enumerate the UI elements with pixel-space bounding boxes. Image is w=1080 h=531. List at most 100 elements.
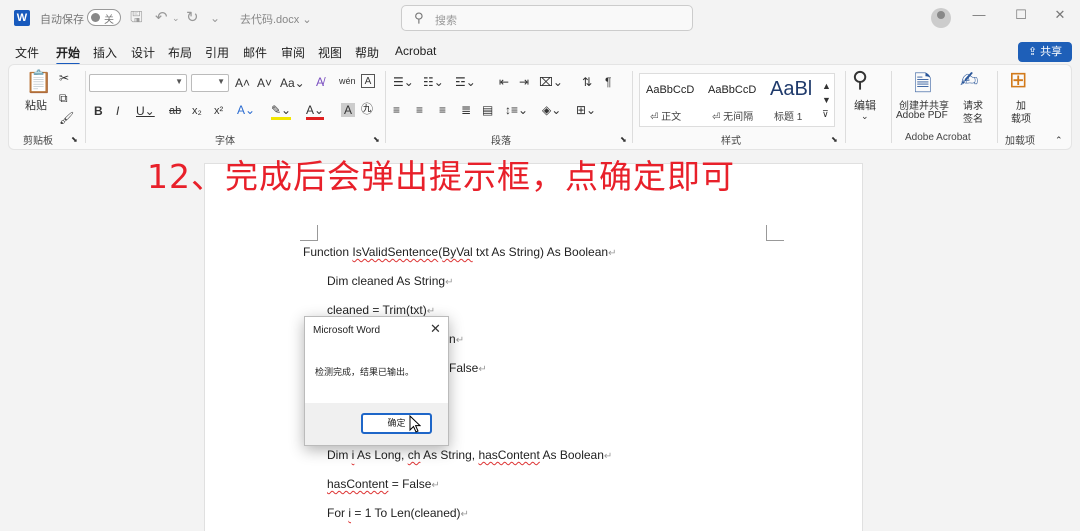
clear-formatting-icon[interactable]: A̸ <box>316 75 324 89</box>
highlight-icon[interactable]: ✎⌄ <box>271 103 292 120</box>
shading-icon[interactable]: ◈⌄ <box>542 103 561 117</box>
bullets-icon[interactable]: ☰⌄ <box>393 75 414 89</box>
font-launcher-icon[interactable]: ⬊ <box>373 133 380 147</box>
copy-icon[interactable]: ⧉ <box>59 91 68 105</box>
style-no-spacing[interactable]: AaBbCcD ⏎ 无间隔 <box>702 74 764 126</box>
undo-dropdown-icon[interactable]: ⌄ <box>172 9 180 27</box>
font-color-icon[interactable]: A⌄ <box>306 103 325 120</box>
tab-home[interactable]: 开始 <box>56 44 81 66</box>
align-right-icon[interactable]: ≡ <box>439 103 446 117</box>
styles-launcher-icon[interactable]: ⬊ <box>831 133 838 147</box>
search-icon[interactable]: ⚲ <box>852 67 868 93</box>
styles-more-icon[interactable]: ⊽ <box>822 107 829 121</box>
line-spacing-icon[interactable]: ↕≡⌄ <box>505 103 528 117</box>
grow-font-icon[interactable]: A˄ <box>235 76 250 90</box>
bold-icon[interactable]: B <box>94 104 103 118</box>
sort-icon[interactable]: ⇅ <box>582 75 592 89</box>
align-center-icon[interactable]: ≡ <box>416 103 423 117</box>
subscript-icon[interactable]: x₂ <box>192 104 202 118</box>
tab-review[interactable]: 审阅 <box>281 44 305 61</box>
style-name: ⏎ 无间隔 <box>712 112 754 123</box>
justify-icon[interactable]: ≣ <box>461 103 471 117</box>
search-icon: ⚲ <box>414 10 424 25</box>
undo-icon[interactable]: ↶ <box>155 9 168 27</box>
tab-mailings[interactable]: 邮件 <box>243 44 267 61</box>
separator <box>997 71 998 143</box>
title-bar: W 自动保存 关 🖫 ↶ ⌄ ↻ ⌄ 去代码.docx ⌄ ⚲ 搜索 — ☐ ✕ <box>0 0 1080 36</box>
chevron-down-icon[interactable]: ⌄ <box>861 109 869 123</box>
paragraph-launcher-icon[interactable]: ⬊ <box>620 133 627 147</box>
maximize-icon[interactable]: ☐ <box>1011 7 1031 23</box>
numbering-icon[interactable]: ☷⌄ <box>423 75 444 89</box>
multilevel-list-icon[interactable]: ☲⌄ <box>455 75 476 89</box>
save-icon[interactable]: 🖫 <box>130 9 143 27</box>
close-icon[interactable]: ✕ <box>1050 7 1070 23</box>
paste-icon[interactable]: 📋 <box>25 69 52 95</box>
show-marks-icon[interactable]: ¶ <box>605 75 611 89</box>
character-shading-icon[interactable]: A <box>341 103 355 117</box>
tab-insert[interactable]: 插入 <box>93 44 117 61</box>
phonetic-guide-icon[interactable]: wén <box>339 74 356 88</box>
italic-icon[interactable]: I <box>116 104 119 118</box>
tab-layout[interactable]: 布局 <box>168 44 192 61</box>
document-page[interactable] <box>204 163 863 531</box>
customize-quick-access-icon[interactable]: ⌄ <box>210 9 220 27</box>
tab-acrobat[interactable]: Acrobat <box>395 44 436 58</box>
character-border-icon[interactable]: A <box>361 74 375 88</box>
redo-icon[interactable]: ↻ <box>186 9 199 27</box>
addin-label-2[interactable]: 载项 <box>1011 110 1031 125</box>
borders-icon[interactable]: ⊞⌄ <box>576 103 596 117</box>
superscript-icon[interactable]: x² <box>214 104 223 118</box>
shrink-font-icon[interactable]: A˅ <box>257 76 272 90</box>
chinese-layout-icon[interactable]: ⌧⌄ <box>539 75 563 89</box>
underline-icon[interactable]: U⌄ <box>136 104 155 118</box>
style-name: 标题 1 <box>774 112 803 123</box>
addins-group-label: 加载项 <box>1005 136 1035 147</box>
close-icon[interactable]: ✕ <box>430 321 441 337</box>
cut-icon[interactable]: ✂ <box>59 71 69 85</box>
margin-corner-mark <box>766 225 784 241</box>
request-signature-icon[interactable]: ✍ <box>960 67 978 93</box>
tab-references[interactable]: 引用 <box>205 44 229 61</box>
text-effects-icon[interactable]: A⌄ <box>237 103 255 117</box>
autosave-toggle[interactable]: 关 <box>87 9 121 26</box>
collapse-ribbon-icon[interactable]: ⌃ <box>1055 133 1063 147</box>
sign-label-2[interactable]: 签名 <box>963 110 983 125</box>
increase-indent-icon[interactable]: ⇥ <box>519 75 529 89</box>
format-painter-icon[interactable]: 🖌 <box>59 111 74 125</box>
style-normal[interactable]: AaBbCcD ⏎ 正文 <box>640 74 702 126</box>
styles-gallery: AaBbCcD ⏎ 正文 AaBbCcD ⏎ 无间隔 AaBl 标题 1 <box>639 73 835 127</box>
styles-scroll-down-icon[interactable]: ▼ <box>822 93 831 107</box>
avatar[interactable] <box>931 8 951 28</box>
clipboard-launcher-icon[interactable]: ⬊ <box>71 133 78 147</box>
search-input[interactable]: ⚲ 搜索 <box>401 5 693 31</box>
decrease-indent-icon[interactable]: ⇤ <box>499 75 509 89</box>
style-sample: AaBbCcD <box>646 84 695 96</box>
styles-group-label: 样式 <box>721 136 741 147</box>
align-left-icon[interactable]: ≡ <box>393 103 400 117</box>
distributed-icon[interactable]: ▤ <box>482 103 493 117</box>
share-button[interactable]: ⇪ 共享 <box>1018 42 1072 62</box>
font-name-combo[interactable]: ▼ <box>89 74 187 92</box>
code-line: cleaned = Trim(txt)↵ <box>327 303 436 317</box>
change-case-icon[interactable]: Aa⌄ <box>280 76 305 90</box>
separator <box>385 71 386 143</box>
styles-scroll-up-icon[interactable]: ▲ <box>822 79 831 93</box>
tab-design[interactable]: 设计 <box>131 44 155 61</box>
separator <box>845 71 846 143</box>
autosave-state: 关 <box>104 15 114 26</box>
paste-label[interactable]: 粘贴 <box>25 97 47 113</box>
chevron-down-icon: ▼ <box>217 77 225 86</box>
tab-file[interactable]: 文件 <box>15 44 39 61</box>
document-title[interactable]: 去代码.docx ⌄ <box>240 11 312 27</box>
font-size-combo[interactable]: ▼ <box>191 74 229 92</box>
ok-button[interactable]: 确定 <box>361 413 432 434</box>
style-heading-1[interactable]: AaBl 标题 1 <box>764 74 826 126</box>
tab-help[interactable]: 帮助 <box>355 44 379 61</box>
strikethrough-icon[interactable]: ab <box>169 104 181 118</box>
create-pdf-label-2[interactable]: Adobe PDF <box>896 110 948 121</box>
enclose-characters-icon[interactable]: ㊈ <box>361 102 373 116</box>
tab-view[interactable]: 视图 <box>318 44 342 61</box>
minimize-icon[interactable]: — <box>969 7 989 22</box>
addins-icon[interactable]: ⊞ <box>1009 67 1027 93</box>
